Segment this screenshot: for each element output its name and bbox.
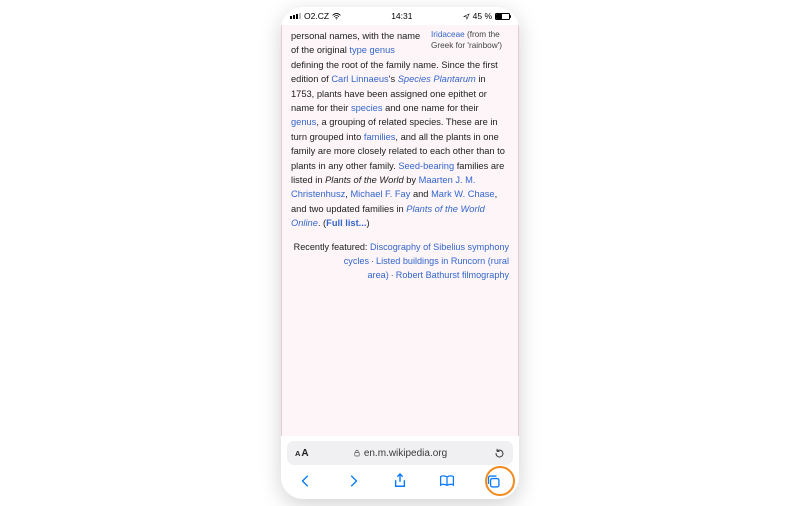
wifi-icon — [332, 12, 341, 21]
carl-linnaeus-link[interactable]: Carl Linnaeus — [331, 74, 388, 84]
status-bar: O2.CZ 14:31 45 % — [281, 7, 519, 25]
recently-featured-label: Recently featured: — [294, 242, 370, 252]
chase-link[interactable]: Mark W. Chase — [431, 189, 495, 199]
lock-icon — [353, 449, 361, 457]
location-arrow-icon — [463, 13, 470, 20]
chevron-right-icon — [346, 474, 360, 488]
iridaceae-link[interactable]: Iridaceae — [431, 30, 465, 39]
families-link[interactable]: families — [364, 132, 396, 142]
battery-icon — [495, 13, 510, 20]
plants-of-the-world-title: Plants of the World — [325, 175, 404, 185]
clock-label: 14:31 — [391, 11, 412, 21]
share-button[interactable] — [385, 468, 415, 494]
species-link[interactable]: species — [351, 103, 383, 113]
fay-link[interactable]: Michael F. Fay — [350, 189, 410, 199]
back-button[interactable] — [291, 468, 321, 494]
url-domain-label: en.m.wikipedia.org — [364, 448, 447, 459]
safari-toolbar — [281, 467, 519, 499]
article-text: personal names, with the name of the ori… — [291, 31, 505, 228]
tabs-icon — [486, 474, 501, 489]
battery-percent-label: 45 % — [473, 11, 492, 21]
full-list-link[interactable]: Full list... — [326, 218, 366, 228]
recently-featured-block: Recently featured: Discography of Sibeli… — [291, 240, 509, 282]
genus-link[interactable]: genus — [291, 117, 316, 127]
species-plantarum-link[interactable]: Species Plantarum — [398, 74, 476, 84]
chevron-left-icon — [299, 474, 313, 488]
infobox-caption: Iridaceae (from the Greek for 'rainbow') — [431, 29, 509, 51]
phone-screen: O2.CZ 14:31 45 % Iridaceae (from the Gre… — [281, 7, 519, 499]
forward-button[interactable] — [338, 468, 368, 494]
reload-icon[interactable] — [494, 448, 505, 459]
reader-format-button[interactable]: AA — [295, 448, 309, 459]
tabs-button[interactable] — [479, 468, 509, 494]
article-content[interactable]: Iridaceae (from the Greek for 'rainbow')… — [281, 25, 519, 436]
seed-bearing-link[interactable]: Seed-bearing — [398, 161, 454, 171]
address-bar[interactable]: AA en.m.wikipedia.org — [287, 441, 513, 465]
type-genus-link[interactable]: type genus — [349, 45, 395, 55]
bookmarks-button[interactable] — [432, 468, 462, 494]
address-bar-area: AA en.m.wikipedia.org — [281, 436, 519, 467]
book-icon — [439, 474, 455, 488]
recent-link-3[interactable]: Robert Bathurst filmography — [396, 270, 509, 280]
signal-bars-icon — [290, 13, 301, 19]
share-icon — [393, 473, 407, 489]
carrier-label: O2.CZ — [304, 11, 329, 21]
